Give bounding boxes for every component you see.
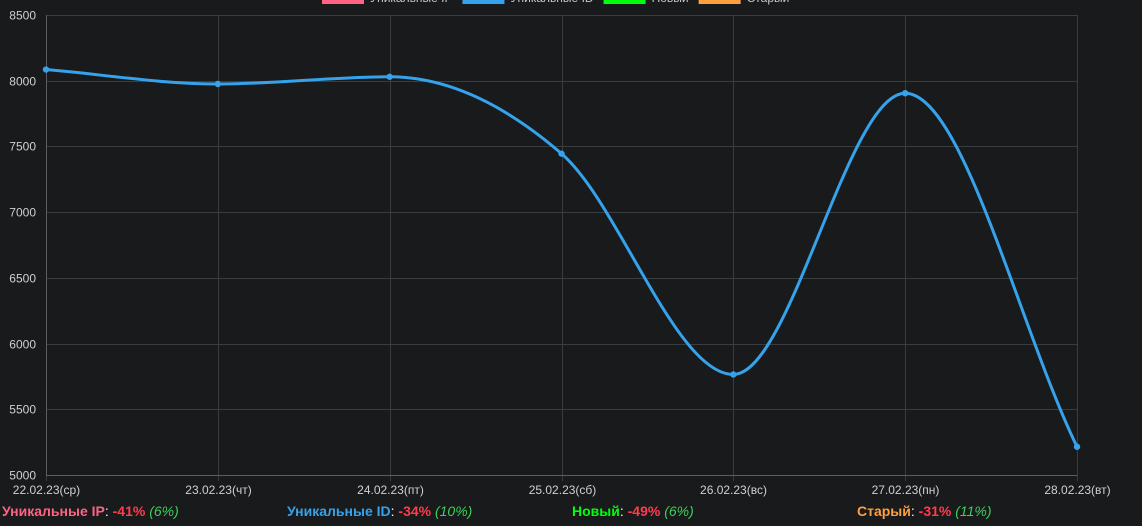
y-tick-label: 6000 <box>9 338 36 352</box>
stat-name: Новый <box>572 503 620 519</box>
stat-old: Старый: -31% (11%) <box>857 503 992 519</box>
y-tick-label: 5000 <box>9 469 36 483</box>
legend-swatch <box>322 0 364 4</box>
stat-unique-ip: Уникальные IP: -41% (6%) <box>2 503 179 519</box>
y-tick-label: 7500 <box>9 140 36 154</box>
x-tick-label: 22.02.23(ср) <box>13 483 80 497</box>
series-line <box>45 68 1079 448</box>
x-tick-label: 23.02.23(чт) <box>185 483 251 497</box>
legend-label: Новый <box>652 0 689 5</box>
stat-unique-id: Уникальные ID: -34% (10%) <box>287 503 473 519</box>
x-tick-label: 27.02.23(пн) <box>872 483 940 497</box>
chart-series <box>42 66 1081 450</box>
chart-legend[interactable]: Уникальные IP Уникальные ID Новый Старый <box>322 0 789 5</box>
y-tick-label: 8000 <box>9 75 36 89</box>
data-point <box>42 66 50 73</box>
y-tick-label: 8500 <box>9 9 36 23</box>
stat-name: Старый <box>857 503 911 519</box>
data-point <box>730 371 737 378</box>
legend-swatch <box>603 0 646 4</box>
data-point <box>214 80 222 88</box>
legend-item[interactable]: Новый <box>603 0 689 5</box>
data-point <box>1073 443 1081 450</box>
y-tick-label: 5500 <box>9 403 36 417</box>
stats-bar: Уникальные IP: -41% (6%) Уникальные ID: … <box>0 503 1142 523</box>
stat-new: Новый: -49% (6%) <box>572 503 694 519</box>
legend-label: Уникальные IP <box>370 0 452 5</box>
data-point <box>901 90 909 97</box>
stat-change: -34% <box>398 503 432 519</box>
y-axis: 5000 5500 6000 6500 7000 7500 8000 8500 <box>9 9 36 483</box>
stat-name: Уникальные IP <box>2 503 105 519</box>
legend-item[interactable]: Уникальные IP <box>322 0 452 5</box>
x-tick-label: 26.02.23(вс) <box>700 483 767 497</box>
legend-swatch <box>698 0 741 4</box>
legend-label: Старый <box>747 0 790 5</box>
stat-change: -49% <box>627 503 661 519</box>
x-tick-label: 28.02.23(вт) <box>1044 483 1110 497</box>
y-tick-label: 7000 <box>9 206 36 220</box>
stat-share: (11%) <box>955 503 992 519</box>
y-tick-label: 6500 <box>9 272 36 286</box>
legend-item[interactable]: Старый <box>698 0 790 5</box>
x-tick-label: 24.02.23(пт) <box>357 483 424 497</box>
x-axis: 22.02.23(ср) 23.02.23(чт) 24.02.23(пт) 25.0… <box>13 483 1111 497</box>
stat-name: Уникальные ID <box>287 503 391 519</box>
data-point <box>386 73 393 80</box>
stat-share: (6%) <box>664 503 694 519</box>
legend-label: Уникальные ID <box>510 0 593 5</box>
legend-item[interactable]: Уникальные ID <box>462 0 594 5</box>
stat-change: -31% <box>918 503 952 519</box>
stat-share: (6%) <box>149 503 179 519</box>
stat-share: (10%) <box>434 503 473 519</box>
x-tick-label: 25.02.23(сб) <box>529 483 597 497</box>
legend-swatch <box>462 0 505 4</box>
stat-change: -41% <box>112 503 146 519</box>
data-point <box>558 150 565 157</box>
line-chart: Уникальные IP Уникальные ID Новый Старый 50… <box>9 0 1111 497</box>
